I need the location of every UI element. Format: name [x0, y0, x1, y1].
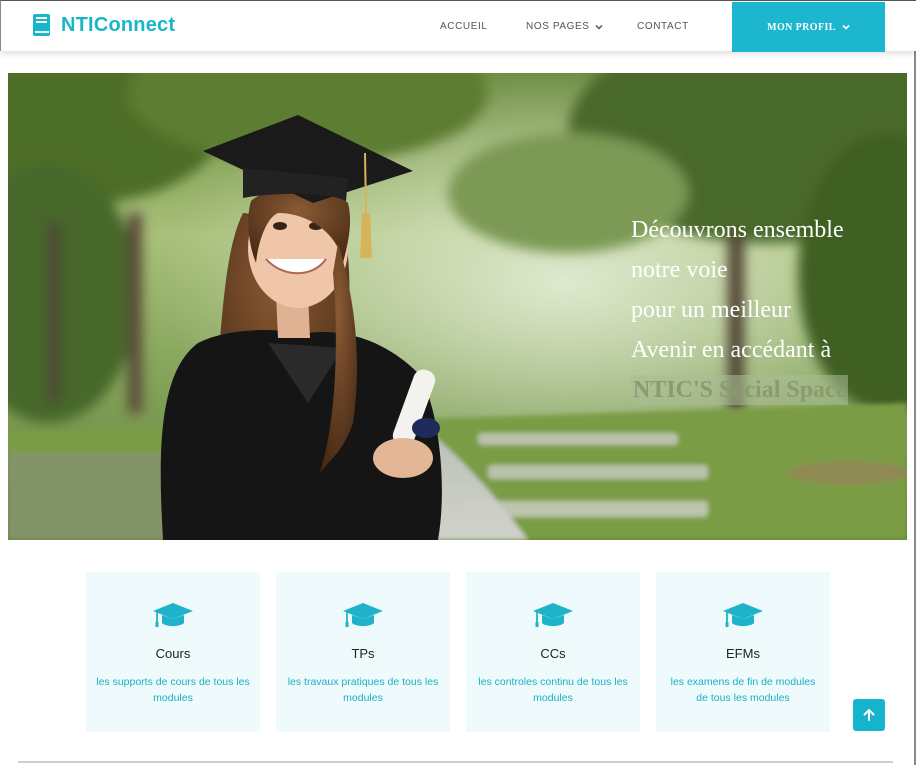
card-title: CCs: [540, 646, 566, 661]
card-tps[interactable]: TPs les travaux pratiques de tous les mo…: [276, 572, 450, 732]
hero-line-4: Avenir en accédant à: [631, 337, 832, 363]
back-to-top-button[interactable]: [853, 699, 885, 731]
hero-line-1: Découvrons ensemble: [631, 217, 844, 243]
my-profile-dropdown[interactable]: MON PROFIL: [732, 2, 885, 52]
card-description: les controles continu de tous les module…: [478, 676, 628, 704]
card-title: Cours: [155, 646, 191, 661]
nav-link-accueil[interactable]: ACCUEIL: [440, 21, 488, 32]
nav-link-contact[interactable]: CONTACT: [637, 21, 689, 32]
nav-pages-label: NOS PAGES: [526, 21, 590, 32]
hero-line-3: pour un meilleur: [631, 297, 791, 323]
brand-name: NTIConnect: [61, 13, 176, 36]
card-cours[interactable]: Cours les supports de cours de tous les …: [86, 572, 260, 732]
top-navbar: NTIConnect ACCUEIL NOS PAGES CONTACT MON…: [0, 0, 916, 52]
hero-highlight: NTIC'S Social Space: [631, 375, 849, 405]
chevron-down-icon: [842, 24, 850, 30]
nav-dropdown-nos-pages[interactable]: NOS PAGES: [526, 21, 603, 32]
arrow-up-icon: [863, 709, 875, 721]
graduation-cap-icon: [533, 603, 573, 627]
hero-headline: Découvrons ensemble notre voie pour un m…: [631, 210, 901, 410]
hero-banner: Découvrons ensemble notre voie pour un m…: [8, 73, 907, 540]
profile-label: MON PROFIL: [767, 21, 836, 33]
graduation-cap-icon: [723, 603, 763, 627]
graduation-cap-icon: [343, 603, 383, 627]
card-title: EFMs: [726, 646, 760, 661]
graduation-cap-icon: [153, 603, 193, 627]
section-divider: [18, 761, 893, 763]
card-description: les supports de cours de tous les module…: [96, 676, 250, 704]
card-description: les examens de fin de modules de tous le…: [670, 676, 816, 704]
card-efms[interactable]: EFMs les examens de fin de modules de to…: [656, 572, 830, 732]
card-ccs[interactable]: CCs les controles continu de tous les mo…: [466, 572, 640, 732]
hero-line-2: notre voie: [631, 257, 728, 283]
chevron-down-icon: [595, 24, 603, 30]
card-description: les travaux pratiques de tous les module…: [287, 676, 439, 704]
card-title: TPs: [351, 646, 375, 661]
book-icon: [33, 14, 50, 36]
feature-cards: Cours les supports de cours de tous les …: [86, 572, 830, 732]
brand-logo-link[interactable]: NTIConnect: [32, 13, 175, 37]
